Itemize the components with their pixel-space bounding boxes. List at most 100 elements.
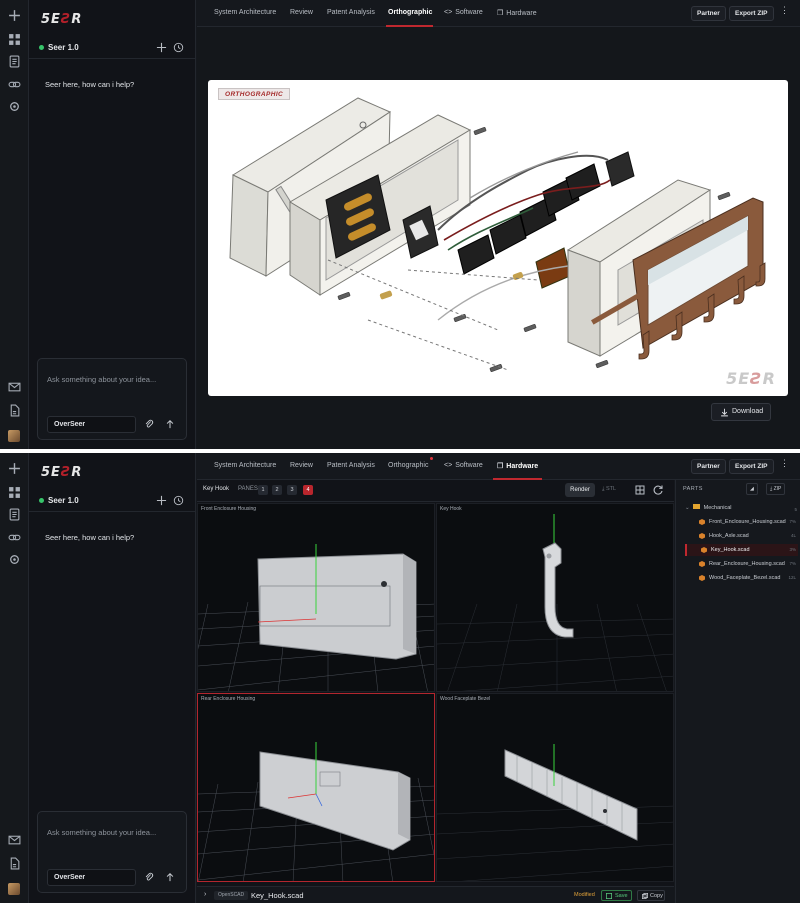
layers-icon: ❒ — [497, 10, 504, 17]
chat-input[interactable] — [47, 373, 177, 385]
export-zip-button[interactable]: Export ZIP — [729, 459, 774, 474]
grid-view-icon[interactable] — [634, 484, 646, 496]
attach-paperclip-icon[interactable] — [144, 872, 154, 882]
save-label: Save — [615, 893, 628, 899]
plus-icon[interactable] — [8, 462, 21, 475]
current-filename: Key_Hook.scad — [251, 891, 304, 900]
key-hook-model — [437, 514, 673, 691]
settings-icon[interactable] — [8, 100, 21, 113]
tab-hardware[interactable]: ❒ Hardware — [497, 462, 538, 470]
chat-header: Seer 1.0 — [29, 490, 196, 512]
tab-patent-analysis[interactable]: Patent Analysis — [327, 462, 375, 469]
tab-hardware[interactable]: ❒ Hardware — [497, 9, 537, 17]
parts-zip-button[interactable]: ⤓ ZIP — [766, 483, 786, 495]
tab-software[interactable]: <> Software — [444, 462, 483, 469]
part-file-row[interactable]: Rear_Enclosure_Housing.scad 7% — [685, 558, 798, 570]
plus-icon[interactable] — [8, 9, 21, 22]
code-icon: <> — [444, 462, 453, 469]
front-enclosure-model — [198, 544, 434, 691]
agent-select[interactable]: OverSeer — [47, 869, 136, 886]
tab-hardware-label: Hardware — [506, 10, 537, 17]
partner-button[interactable]: Partner — [691, 459, 726, 474]
part-file-row[interactable]: Wood_Faceplate_Bezel.scad 12L — [685, 572, 798, 584]
orthographic-stamp: ORTHOGRAPHIC — [218, 88, 291, 100]
app-logo[interactable]: 5EƧR — [41, 465, 91, 480]
orthographic-screen: 5EƧR Seer 1.0 Seer here, how can i help?… — [0, 0, 800, 449]
more-menu-icon[interactable]: ⋮ — [780, 6, 789, 19]
tab-orthographic[interactable]: Orthographic — [388, 462, 428, 469]
tab-system-architecture[interactable]: System Architecture — [214, 9, 276, 16]
pane-3-button[interactable]: 3 — [287, 485, 297, 495]
copy-button[interactable]: Copy — [637, 890, 665, 901]
viewport-title: Wood Faceplate Bezel — [440, 696, 491, 702]
new-chat-plus-icon[interactable] — [156, 495, 167, 506]
rear-enclosure-model — [198, 742, 434, 881]
grid-icon[interactable] — [8, 33, 21, 46]
tab-software-label: Software — [455, 9, 483, 16]
tab-software[interactable]: <> Software — [444, 9, 483, 16]
save-button[interactable]: Save — [601, 890, 632, 901]
attach-paperclip-icon[interactable] — [144, 419, 154, 429]
tab-system-architecture[interactable]: System Architecture — [214, 462, 276, 469]
settings-icon[interactable] — [8, 553, 21, 566]
reset-view-icon[interactable] — [652, 484, 664, 496]
pane-4-button[interactable]: 4 — [303, 485, 313, 495]
viewport-key-hook[interactable]: Key Hook — [436, 503, 674, 692]
document-icon[interactable] — [8, 55, 21, 68]
copy-label: Copy — [650, 893, 663, 899]
layers-icon: ❒ — [497, 463, 504, 470]
send-arrow-icon[interactable] — [165, 419, 175, 429]
mail-icon[interactable] — [8, 380, 21, 393]
download-button[interactable]: Download — [711, 403, 771, 421]
part-file-size: 3% — [789, 547, 796, 552]
stl-button[interactable]: ⤓ STL — [602, 486, 616, 493]
viewport-rear-enclosure-housing[interactable]: Rear Enclosure Housing — [197, 693, 435, 882]
viewport-front-enclosure-housing[interactable]: Front Enclosure Housing — [197, 503, 435, 692]
app-logo[interactable]: 5EƧR — [41, 12, 91, 27]
avatar[interactable] — [8, 430, 20, 442]
model-name[interactable]: Seer 1.0 — [48, 43, 79, 52]
pane-2-button[interactable]: 2 — [272, 485, 282, 495]
tab-review[interactable]: Review — [290, 9, 313, 16]
tab-hardware-label: Hardware — [506, 463, 539, 470]
file-icon[interactable] — [8, 857, 21, 870]
viewport-wood-faceplate-bezel[interactable]: Wood Faceplate Bezel — [436, 693, 674, 882]
part-file-row[interactable]: Hook_Axle.scad 4L — [685, 530, 798, 542]
document-icon[interactable] — [8, 508, 21, 521]
save-icon — [606, 893, 612, 899]
link-icon[interactable] — [8, 78, 21, 91]
part-file-row-selected[interactable]: Key_Hook.scad 3% — [685, 544, 798, 556]
more-menu-icon[interactable]: ⋮ — [780, 459, 789, 472]
history-clock-icon[interactable] — [173, 495, 184, 506]
cube-icon — [699, 533, 705, 539]
tab-review[interactable]: Review — [290, 462, 313, 469]
export-zip-button[interactable]: Export ZIP — [729, 6, 774, 21]
online-status-dot — [39, 498, 44, 503]
modified-status: Modified — [574, 892, 595, 898]
file-icon[interactable] — [8, 404, 21, 417]
model-name[interactable]: Seer 1.0 — [48, 496, 79, 505]
folder-mechanical[interactable]: ⌄ Mechanical 5 — [685, 504, 797, 514]
stl-label: STL — [605, 486, 617, 492]
chat-greeting: Seer here, how can i help? — [45, 80, 135, 89]
parts-action-icon[interactable]: ◢ — [746, 483, 758, 495]
partner-button[interactable]: Partner — [691, 6, 726, 21]
chat-input[interactable] — [47, 826, 177, 838]
part-file-size: 4L — [790, 533, 796, 538]
mail-icon[interactable] — [8, 833, 21, 846]
avatar[interactable] — [8, 883, 20, 895]
send-arrow-icon[interactable] — [165, 872, 175, 882]
render-button[interactable]: Render — [565, 483, 595, 497]
new-chat-plus-icon[interactable] — [156, 42, 167, 53]
tab-orthographic[interactable]: Orthographic — [388, 9, 432, 16]
history-clock-icon[interactable] — [173, 42, 184, 53]
expand-chevron-icon[interactable]: › — [204, 891, 206, 898]
agent-select[interactable]: OverSeer — [47, 416, 136, 433]
part-file-row[interactable]: Front_Enclosure_Housing.scad 7% — [685, 516, 798, 528]
parts-title: PARTS — [683, 486, 703, 492]
grid-icon[interactable] — [8, 486, 21, 499]
active-part-label: Key Hook — [203, 486, 230, 492]
tab-patent-analysis[interactable]: Patent Analysis — [327, 9, 375, 16]
link-icon[interactable] — [8, 531, 21, 544]
pane-1-button[interactable]: 1 — [258, 485, 268, 495]
